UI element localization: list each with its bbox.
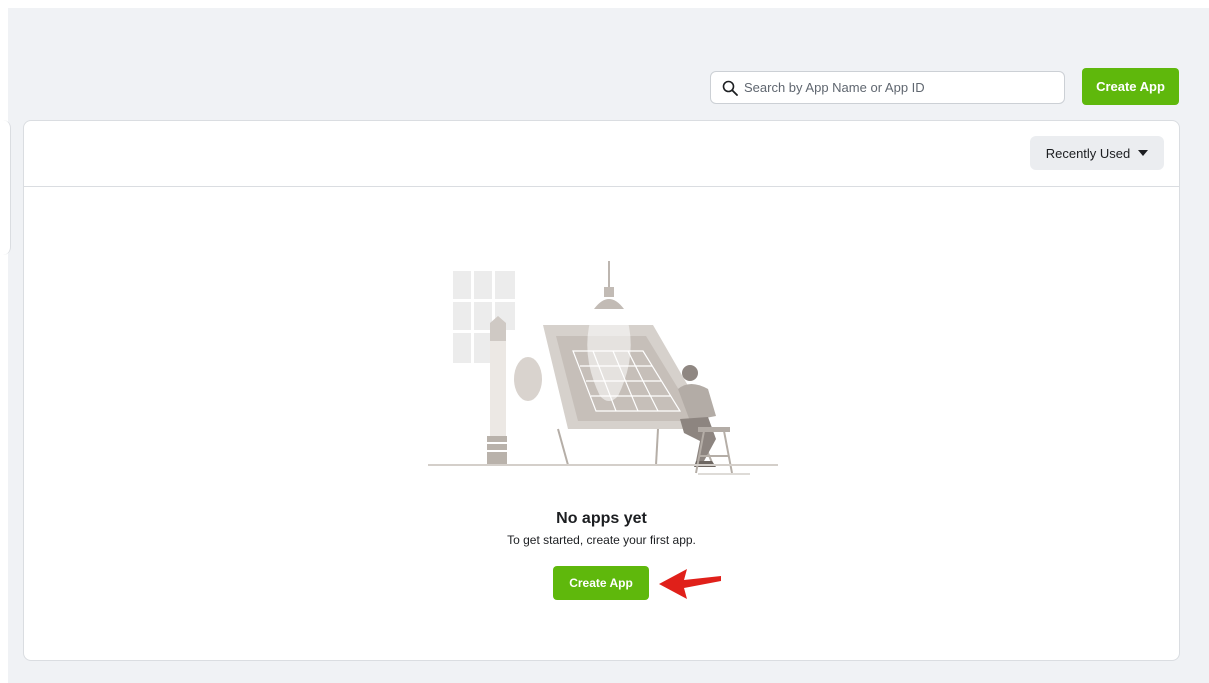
create-app-button-header[interactable]: Create App	[1082, 68, 1179, 105]
empty-state-illustration	[428, 261, 778, 475]
empty-state-subtitle: To get started, create your first app.	[507, 533, 696, 547]
caret-down-icon	[1138, 149, 1149, 156]
sort-dropdown[interactable]: Recently Used	[1030, 136, 1164, 170]
empty-state-title: No apps yet	[556, 510, 647, 527]
sidebar-edge	[0, 120, 11, 255]
search-icon	[722, 80, 738, 96]
apps-card: Recently Used No apps yet To get started…	[23, 120, 1180, 661]
search-input[interactable]	[744, 73, 1064, 102]
card-header: Recently Used	[24, 121, 1179, 187]
red-arrow-icon	[659, 569, 721, 599]
sort-label: Recently Used	[1045, 145, 1131, 161]
search-box[interactable]	[710, 71, 1065, 104]
create-app-button[interactable]: Create App	[553, 566, 649, 600]
